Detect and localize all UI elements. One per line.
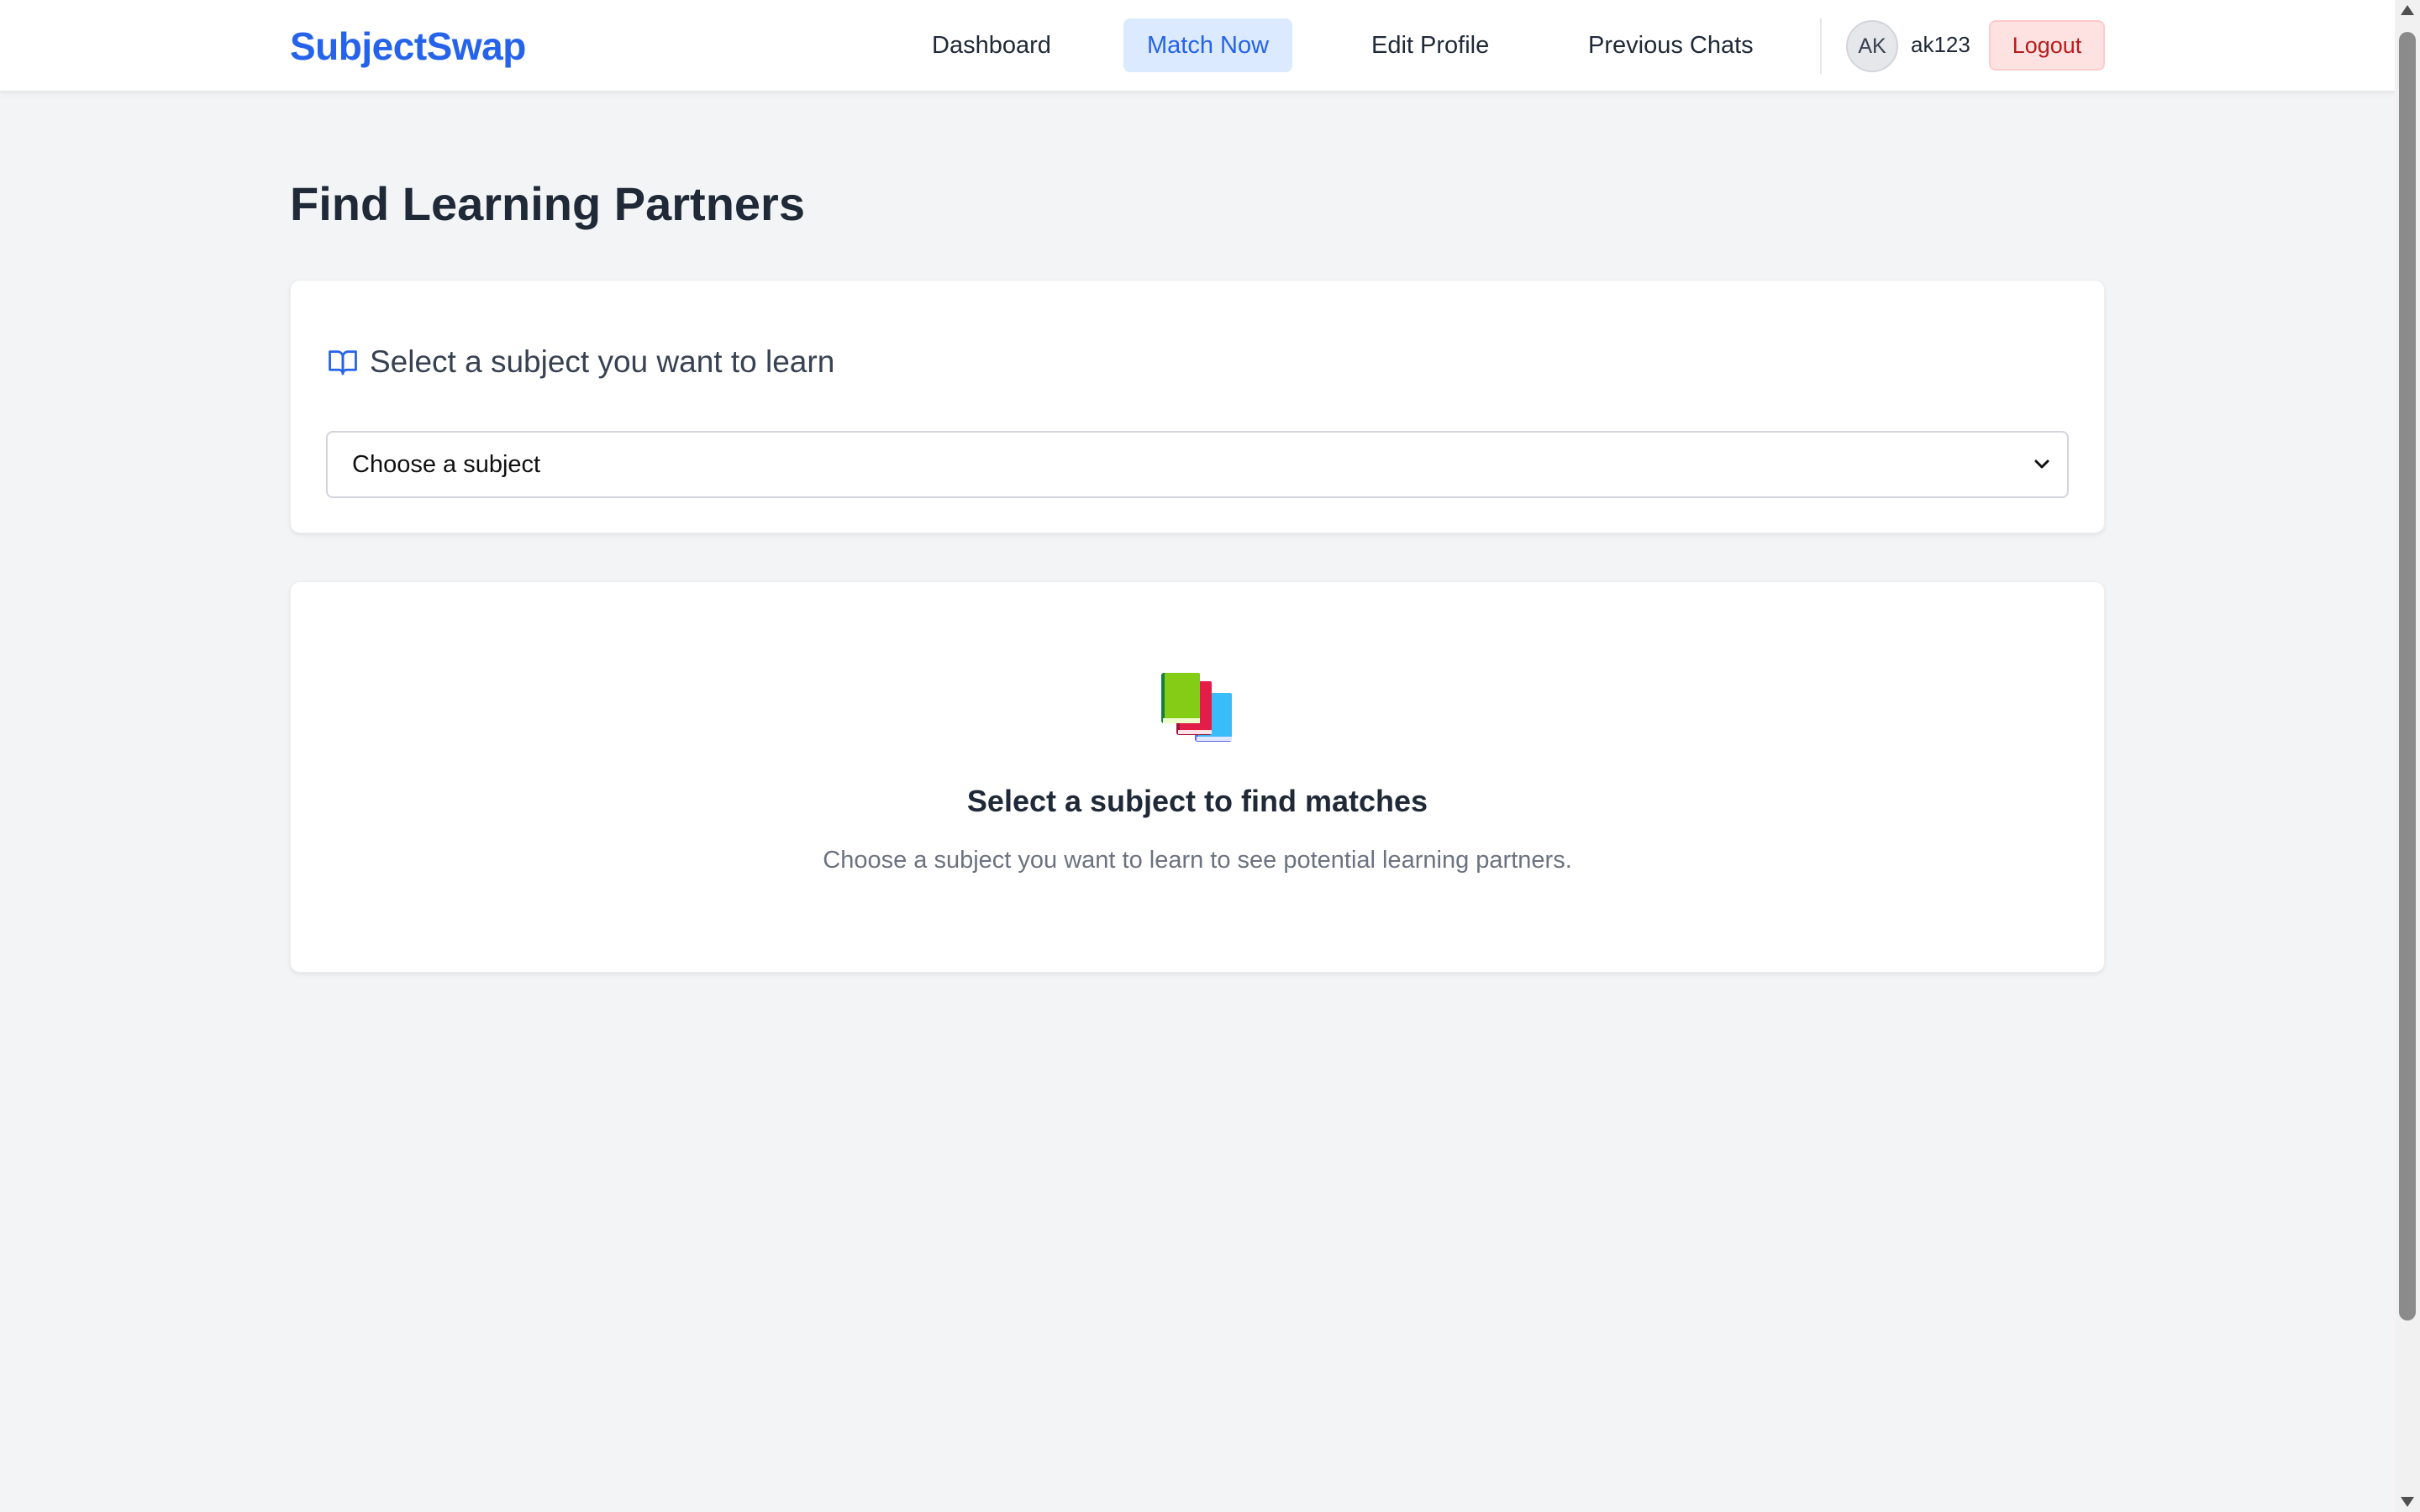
empty-state-text: Choose a subject you want to learn to se… [823, 847, 1572, 874]
books-icon [1161, 673, 1232, 742]
logout-button[interactable]: Logout [1989, 20, 2105, 71]
book-open-icon [329, 350, 357, 375]
page-title: Find Learning Partners [290, 177, 805, 230]
vertical-scrollbar[interactable] [2395, 0, 2420, 1512]
scrollbar-thumb[interactable] [2399, 32, 2416, 1320]
empty-state-title: Select a subject to find matches [966, 784, 1428, 818]
nav-link-dashboard[interactable]: Dashboard [908, 18, 1075, 72]
avatar[interactable]: AK [1846, 20, 1898, 72]
nav-link-previous-chats[interactable]: Previous Chats [1565, 18, 1777, 72]
empty-state-card: Select a subject to find matches Choose … [290, 581, 2105, 973]
subject-select-value: Choose a subject [352, 451, 541, 478]
scroll-up-arrow-icon[interactable] [2401, 5, 2414, 15]
subject-select-heading: Select a subject you want to learn [370, 344, 835, 379]
top-navbar: SubjectSwap Dashboard Match Now Edit Pro… [0, 0, 2395, 92]
brand-logo[interactable]: SubjectSwap [290, 24, 526, 69]
nav-divider [1820, 18, 1822, 74]
username-label: ak123 [1911, 32, 1970, 57]
nav-link-match-now[interactable]: Match Now [1123, 18, 1293, 72]
scroll-down-arrow-icon[interactable] [2401, 1497, 2414, 1507]
subject-select-dropdown[interactable]: Choose a subject [326, 431, 2069, 498]
nav-link-edit-profile[interactable]: Edit Profile [1348, 18, 1512, 72]
subject-select-card: Select a subject you want to learn Choos… [290, 280, 2105, 533]
chevron-down-icon [2034, 459, 2049, 469]
